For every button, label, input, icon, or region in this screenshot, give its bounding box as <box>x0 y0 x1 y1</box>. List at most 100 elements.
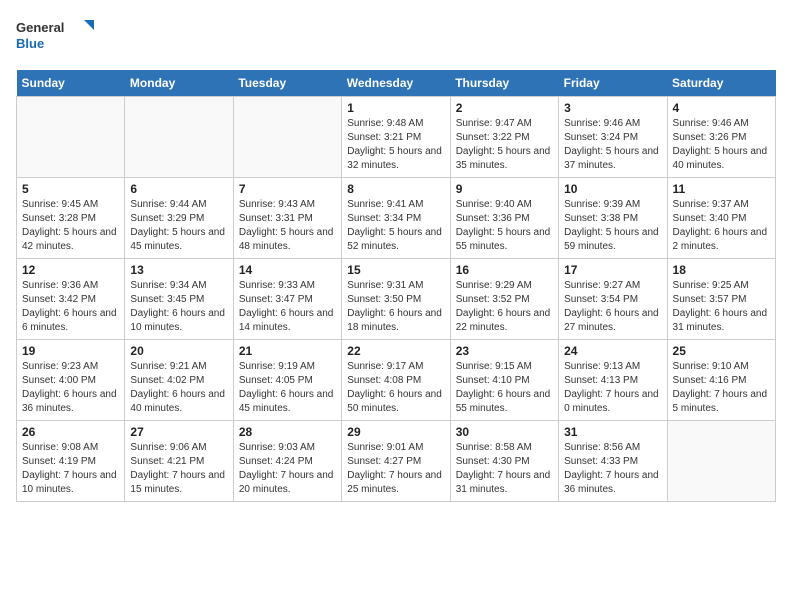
day-number: 8 <box>347 182 444 196</box>
day-info: Sunrise: 9:19 AM Sunset: 4:05 PM Dayligh… <box>239 360 336 416</box>
day-number: 7 <box>239 182 336 196</box>
day-number: 17 <box>564 263 661 277</box>
weekday-header-row: Sunday Monday Tuesday Wednesday Thursday… <box>17 70 776 97</box>
calendar-day-cell <box>125 97 233 178</box>
logo: General Blue <box>16 16 96 58</box>
day-number: 31 <box>564 425 661 439</box>
calendar-day-cell: 26Sunrise: 9:08 AM Sunset: 4:19 PM Dayli… <box>17 421 125 502</box>
day-number: 14 <box>239 263 336 277</box>
calendar-day-cell: 12 Sunrise: 9:36 AM Sunset: 3:42 PM Dayli… <box>17 259 125 340</box>
day-number: 5 <box>22 182 119 196</box>
header-tuesday: Tuesday <box>233 70 341 97</box>
day-number: 28 <box>239 425 336 439</box>
calendar-day-cell: 7 Sunrise: 9:43 AM Sunset: 3:31 PM Daylig… <box>233 178 341 259</box>
calendar-day-cell: 27 Sunrise: 9:06 AM Sunset: 4:21 PM Dayli… <box>125 421 233 502</box>
day-number: 21 <box>239 344 336 358</box>
day-info: Sunrise: 9:39 AM Sunset: 3:38 PM Dayligh… <box>564 198 661 254</box>
day-info: Sunrise: 9:23 AM Sunset: 4:00 PM Dayligh… <box>22 360 119 416</box>
day-info: Sunrise: 8:58 AM Sunset: 4:30 PM Dayligh… <box>456 441 553 497</box>
day-info: Sunrise: 9:21 AM Sunset: 4:02 PM Dayligh… <box>130 360 227 416</box>
calendar-day-cell: 19 Sunrise: 9:23 AM Sunset: 4:00 PM Dayli… <box>17 340 125 421</box>
day-info: Sunrise: 9:13 AM Sunset: 4:13 PM Dayligh… <box>564 360 661 416</box>
day-info: Sunrise: 9:25 AM Sunset: 3:57 PM Dayligh… <box>673 279 770 335</box>
day-number: 22 <box>347 344 444 358</box>
calendar-day-cell: 30 Sunrise: 8:58 AM Sunset: 4:30 PM Dayli… <box>450 421 558 502</box>
day-info: Sunrise: 9:33 AM Sunset: 3:47 PM Dayligh… <box>239 279 336 335</box>
day-number: 9 <box>456 182 553 196</box>
day-number: 16 <box>456 263 553 277</box>
calendar-week-row: 5 Sunrise: 9:45 AM Sunset: 3:28 PM Daylig… <box>17 178 776 259</box>
header-monday: Monday <box>125 70 233 97</box>
calendar-day-cell <box>17 97 125 178</box>
day-info: Sunrise: 9:46 AM Sunset: 3:26 PM Dayligh… <box>673 117 770 173</box>
header-sunday: Sunday <box>17 70 125 97</box>
day-number: 12 <box>22 263 119 277</box>
day-number: 6 <box>130 182 227 196</box>
day-number: 19 <box>22 344 119 358</box>
day-number: 4 <box>673 101 770 115</box>
header-thursday: Thursday <box>450 70 558 97</box>
day-info: Sunrise: 9:46 AM Sunset: 3:24 PM Dayligh… <box>564 117 661 173</box>
calendar-day-cell: 13 Sunrise: 9:34 AM Sunset: 3:45 PM Dayli… <box>125 259 233 340</box>
calendar-day-cell: 15 Sunrise: 9:31 AM Sunset: 3:50 PM Dayli… <box>342 259 450 340</box>
calendar-day-cell <box>233 97 341 178</box>
logo-svg: General Blue <box>16 16 96 58</box>
day-number: 25 <box>673 344 770 358</box>
calendar-day-cell: 10 Sunrise: 9:39 AM Sunset: 3:38 PM Dayli… <box>559 178 667 259</box>
calendar-body: 1Sunrise: 9:48 AM Sunset: 3:21 PM Daylig… <box>17 97 776 502</box>
header-friday: Friday <box>559 70 667 97</box>
day-number: 30 <box>456 425 553 439</box>
calendar-week-row: 1Sunrise: 9:48 AM Sunset: 3:21 PM Daylig… <box>17 97 776 178</box>
day-info: Sunrise: 9:01 AM Sunset: 4:27 PM Dayligh… <box>347 441 444 497</box>
calendar-day-cell: 24 Sunrise: 9:13 AM Sunset: 4:13 PM Dayli… <box>559 340 667 421</box>
day-number: 23 <box>456 344 553 358</box>
day-info: Sunrise: 9:27 AM Sunset: 3:54 PM Dayligh… <box>564 279 661 335</box>
day-info: Sunrise: 9:37 AM Sunset: 3:40 PM Dayligh… <box>673 198 770 254</box>
calendar-day-cell: 6 Sunrise: 9:44 AM Sunset: 3:29 PM Daylig… <box>125 178 233 259</box>
day-number: 20 <box>130 344 227 358</box>
calendar-day-cell: 3 Sunrise: 9:46 AM Sunset: 3:24 PM Daylig… <box>559 97 667 178</box>
calendar-day-cell: 22Sunrise: 9:17 AM Sunset: 4:08 PM Dayli… <box>342 340 450 421</box>
day-info: Sunrise: 9:31 AM Sunset: 3:50 PM Dayligh… <box>347 279 444 335</box>
day-number: 2 <box>456 101 553 115</box>
day-number: 11 <box>673 182 770 196</box>
day-info: Sunrise: 8:56 AM Sunset: 4:33 PM Dayligh… <box>564 441 661 497</box>
day-number: 15 <box>347 263 444 277</box>
calendar-day-cell: 5 Sunrise: 9:45 AM Sunset: 3:28 PM Daylig… <box>17 178 125 259</box>
day-info: Sunrise: 9:15 AM Sunset: 4:10 PM Dayligh… <box>456 360 553 416</box>
day-info: Sunrise: 9:03 AM Sunset: 4:24 PM Dayligh… <box>239 441 336 497</box>
calendar-day-cell: 1Sunrise: 9:48 AM Sunset: 3:21 PM Daylig… <box>342 97 450 178</box>
calendar-week-row: 26Sunrise: 9:08 AM Sunset: 4:19 PM Dayli… <box>17 421 776 502</box>
day-info: Sunrise: 9:36 AM Sunset: 3:42 PM Dayligh… <box>22 279 119 335</box>
day-info: Sunrise: 9:29 AM Sunset: 3:52 PM Dayligh… <box>456 279 553 335</box>
day-number: 27 <box>130 425 227 439</box>
day-number: 1 <box>347 101 444 115</box>
day-info: Sunrise: 9:06 AM Sunset: 4:21 PM Dayligh… <box>130 441 227 497</box>
day-info: Sunrise: 9:47 AM Sunset: 3:22 PM Dayligh… <box>456 117 553 173</box>
svg-text:Blue: Blue <box>16 36 44 51</box>
header-wednesday: Wednesday <box>342 70 450 97</box>
header-saturday: Saturday <box>667 70 775 97</box>
day-info: Sunrise: 9:45 AM Sunset: 3:28 PM Dayligh… <box>22 198 119 254</box>
day-number: 13 <box>130 263 227 277</box>
day-number: 26 <box>22 425 119 439</box>
day-number: 10 <box>564 182 661 196</box>
calendar-table: Sunday Monday Tuesday Wednesday Thursday… <box>16 70 776 502</box>
day-number: 24 <box>564 344 661 358</box>
day-info: Sunrise: 9:10 AM Sunset: 4:16 PM Dayligh… <box>673 360 770 416</box>
calendar-day-cell: 25 Sunrise: 9:10 AM Sunset: 4:16 PM Dayli… <box>667 340 775 421</box>
day-number: 18 <box>673 263 770 277</box>
calendar-day-cell: 31 Sunrise: 8:56 AM Sunset: 4:33 PM Dayli… <box>559 421 667 502</box>
day-number: 3 <box>564 101 661 115</box>
calendar-day-cell <box>667 421 775 502</box>
calendar-day-cell: 9Sunrise: 9:40 AM Sunset: 3:36 PM Daylig… <box>450 178 558 259</box>
calendar-day-cell: 4 Sunrise: 9:46 AM Sunset: 3:26 PM Daylig… <box>667 97 775 178</box>
day-info: Sunrise: 9:34 AM Sunset: 3:45 PM Dayligh… <box>130 279 227 335</box>
calendar-day-cell: 2 Sunrise: 9:47 AM Sunset: 3:22 PM Daylig… <box>450 97 558 178</box>
day-info: Sunrise: 9:43 AM Sunset: 3:31 PM Dayligh… <box>239 198 336 254</box>
calendar-day-cell: 16 Sunrise: 9:29 AM Sunset: 3:52 PM Dayli… <box>450 259 558 340</box>
calendar-day-cell: 11 Sunrise: 9:37 AM Sunset: 3:40 PM Dayli… <box>667 178 775 259</box>
day-info: Sunrise: 9:44 AM Sunset: 3:29 PM Dayligh… <box>130 198 227 254</box>
svg-text:General: General <box>16 20 64 35</box>
calendar-day-cell: 28 Sunrise: 9:03 AM Sunset: 4:24 PM Dayli… <box>233 421 341 502</box>
